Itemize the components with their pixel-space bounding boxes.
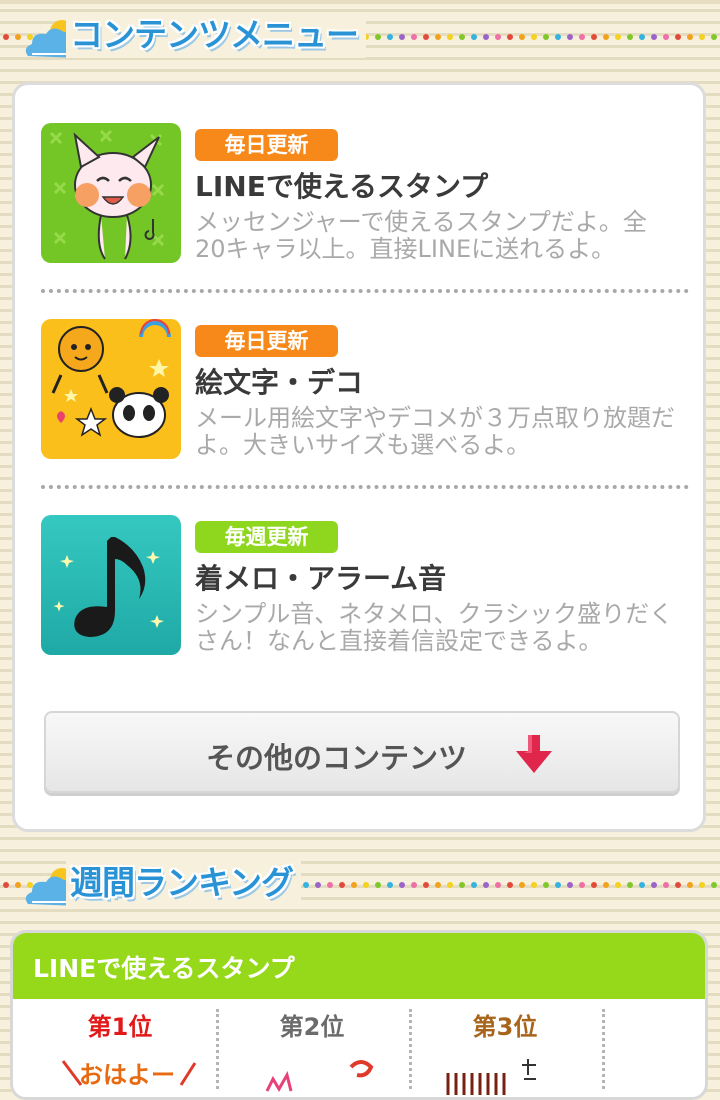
- item-title: 絵文字・デコ: [195, 366, 364, 399]
- content-menu-header: コンテンツメニュー: [0, 4, 720, 64]
- ranking-category-header[interactable]: LINEで使えるスタンプ: [13, 933, 705, 999]
- ranking-category-label: LINEで使えるスタンプ: [33, 954, 295, 983]
- dotted-separator: [41, 289, 689, 293]
- button-label: その他のコンテンツ: [206, 741, 468, 775]
- music-note-thumbnail: [41, 515, 181, 655]
- rank-label: 第1位: [87, 1013, 153, 1041]
- item-title: LINEで使えるスタンプ: [195, 170, 489, 203]
- arrow-down-icon: [516, 735, 552, 773]
- menu-item-emoji-deco[interactable]: 毎日更新 絵文字・デコ メール用絵文字やデコメが３万点取り放題だよ。大きいサイズ…: [41, 319, 681, 469]
- rank2-sticker-image: [265, 1060, 374, 1092]
- menu-item-ringtones[interactable]: 毎週更新 着メロ・アラーム音 シンプル音、ネタメロ、クラシック盛りだくさん！なん…: [41, 515, 681, 685]
- content-menu-card: 毎日更新 LINEで使えるスタンプ メッセンジャーで使えるスタンプだよ。全20キ…: [12, 82, 706, 832]
- item-description: メール用絵文字やデコメが３万点取り放題だよ。大きいサイズも選べるよ。: [195, 404, 675, 459]
- rank-item-2[interactable]: 第2位: [217, 999, 407, 1097]
- ranking-columns: 第1位 おはよー 第2位 第3位: [13, 999, 705, 1097]
- emoji-deco-thumbnail: [41, 319, 181, 459]
- rank1-sticker: おはよー: [61, 1055, 201, 1095]
- stamp-cat-thumbnail: [41, 123, 181, 263]
- column-divider: [602, 1009, 605, 1089]
- update-badge: 毎日更新: [195, 129, 338, 161]
- weekly-ranking-header: 週間ランキング: [0, 852, 720, 912]
- update-badge: 毎日更新: [195, 325, 338, 357]
- update-badge: 毎週更新: [195, 521, 338, 553]
- rank-item-3[interactable]: 第3位: [410, 999, 600, 1097]
- dotted-separator: [41, 485, 689, 489]
- item-description: メッセンジャーで使えるスタンプだよ。全20キャラ以上。直接LINEに送れるよ。: [195, 208, 647, 263]
- rank-label: 第2位: [279, 1013, 345, 1041]
- menu-item-line-stamps[interactable]: 毎日更新 LINEで使えるスタンプ メッセンジャーで使えるスタンプだよ。全20キ…: [41, 123, 681, 273]
- rank-label: 第3位: [472, 1013, 538, 1041]
- section-title: コンテンツメニュー: [66, 12, 366, 58]
- item-title: 着メロ・アラーム音: [195, 562, 447, 595]
- item-description: シンプル音、ネタメロ、クラシック盛りだくさん！なんと直接着信設定できるよ。: [195, 600, 674, 655]
- rank-item-1[interactable]: 第1位 おはよー: [25, 999, 215, 1097]
- other-contents-button[interactable]: その他のコンテンツ: [44, 711, 680, 793]
- weekly-ranking-card: LINEで使えるスタンプ 第1位 おはよー 第2位 第3位: [10, 930, 708, 1100]
- section-title: 週間ランキング: [66, 860, 302, 906]
- rank3-sticker-image: [446, 1059, 536, 1095]
